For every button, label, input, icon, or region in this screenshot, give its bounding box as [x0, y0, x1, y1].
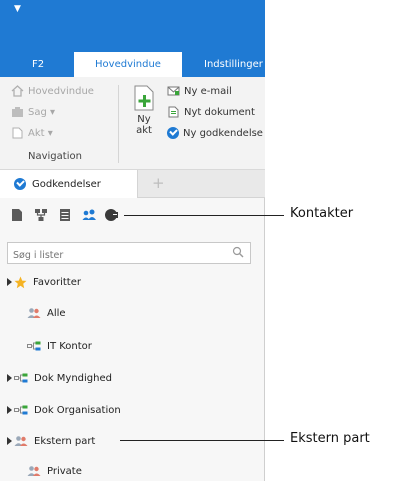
expand-arrow-icon[interactable] — [7, 374, 12, 382]
contacts-icon[interactable] — [82, 208, 96, 222]
approval-icon — [14, 178, 26, 190]
list-item-private[interactable]: Private — [0, 460, 262, 481]
ribbon-separator — [118, 85, 119, 163]
org-unit-icon — [14, 405, 28, 415]
tab-hovedvindue[interactable]: Hovedvindue — [74, 52, 182, 77]
list-item-dok-myndighed[interactable]: Dok Myndighed — [0, 367, 262, 389]
new-document-button[interactable]: Nyt dokument — [167, 106, 255, 118]
hierarchy-icon[interactable] — [34, 208, 48, 222]
nav-hovedvindue-button[interactable]: Hovedvindue — [11, 85, 94, 97]
title-bar: ▼ — [0, 0, 265, 52]
list-icon[interactable] — [58, 208, 72, 222]
search-input[interactable] — [8, 245, 218, 266]
list-item-ekstern-part[interactable]: Ekstern part — [0, 430, 262, 452]
search-box — [7, 242, 251, 266]
callout-kontakter: Kontakter — [290, 206, 354, 221]
contact-card-icon[interactable] — [104, 208, 118, 222]
list-item-dok-organisation[interactable]: Dok Organisation — [0, 399, 262, 421]
list-item-alle[interactable]: Alle — [0, 302, 262, 324]
expand-arrow-icon[interactable] — [7, 406, 12, 414]
tab-f2[interactable]: F2 — [24, 52, 52, 77]
list-item-it-kontor[interactable]: IT Kontor — [0, 335, 262, 357]
navigation-group-label: Navigation — [28, 151, 82, 162]
tab-godkendelser[interactable]: Godkendelser — [0, 170, 138, 198]
expand-arrow-icon[interactable] — [7, 437, 12, 445]
documents-icon[interactable] — [10, 208, 24, 222]
document-tab-strip: Godkendelser + — [0, 170, 265, 198]
people-group-icon — [27, 308, 41, 318]
list-panel: Favoritter Alle IT Kontor Dok Myndighed … — [0, 198, 265, 481]
approval-icon — [167, 127, 179, 139]
org-unit-icon — [14, 373, 28, 383]
list-item-favoritter[interactable]: Favoritter — [0, 271, 262, 293]
document-icon — [12, 127, 23, 139]
email-icon — [167, 86, 180, 96]
search-icon[interactable] — [232, 246, 244, 258]
case-icon — [12, 107, 23, 117]
callout-line-ekstern-part — [120, 440, 284, 441]
tab-indstillinger[interactable]: Indstillinger — [204, 52, 274, 77]
new-act-button[interactable]: Ny akt — [124, 85, 164, 136]
home-icon — [11, 85, 24, 97]
nav-akt-button[interactable]: Akt ▾ — [11, 127, 53, 139]
expand-arrow-icon[interactable] — [7, 278, 12, 286]
new-email-button[interactable]: Ny e-mail — [167, 85, 232, 97]
people-group-icon — [27, 466, 41, 476]
new-approval-button[interactable]: Ny godkendelse — [167, 127, 263, 139]
nav-sag-button[interactable]: Sag ▾ — [11, 106, 55, 118]
people-group-icon — [14, 436, 28, 446]
quick-access-dropdown-icon[interactable]: ▼ — [14, 5, 21, 14]
ribbon-tabs: F2 Hovedvindue Indstillinger — [0, 52, 265, 77]
add-tab-button[interactable]: + — [152, 174, 165, 192]
new-document-icon — [168, 106, 179, 118]
callout-ekstern-part: Ekstern part — [290, 431, 370, 446]
ribbon-body: Hovedvindue Sag ▾ Akt ▾ Navigation Ny ak… — [0, 77, 265, 170]
org-unit-icon — [27, 341, 41, 351]
star-icon — [14, 276, 27, 288]
callout-line-kontakter — [124, 215, 284, 216]
new-act-icon — [133, 85, 155, 111]
